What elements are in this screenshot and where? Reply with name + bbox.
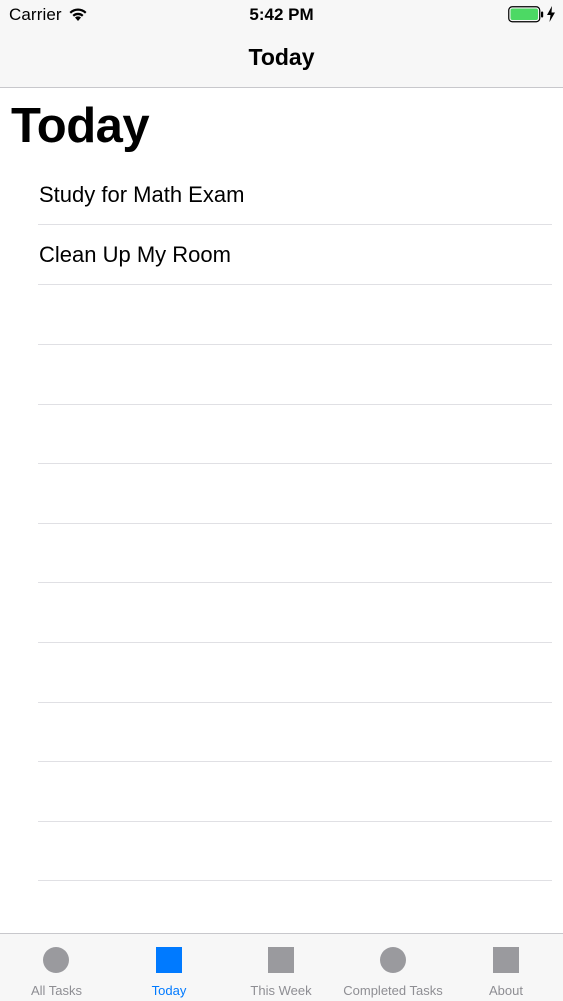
circle-icon	[43, 947, 69, 973]
task-row[interactable]: Clean Up My Room	[38, 225, 552, 285]
task-label: Clean Up My Room	[39, 242, 231, 267]
empty-row	[38, 643, 552, 703]
tab-all-tasks[interactable]: All Tasks	[0, 934, 113, 1001]
tab-label: Today	[151, 983, 187, 998]
status-bar: Carrier 5:42 PM	[0, 0, 563, 30]
tab-label: All Tasks	[30, 983, 83, 998]
empty-row	[38, 583, 552, 643]
tab-completed-tasks[interactable]: Completed Tasks	[337, 934, 449, 1001]
empty-row	[38, 762, 552, 822]
circle-icon	[380, 947, 406, 973]
empty-row	[38, 821, 552, 881]
tab-label: About	[489, 983, 523, 998]
empty-row	[38, 404, 552, 464]
task-row[interactable]: Study for Math Exam	[38, 165, 552, 225]
page-title: Today	[11, 99, 150, 153]
empty-row	[38, 523, 552, 583]
tab-this-week[interactable]: This Week	[225, 934, 337, 1001]
tab-bar: All Tasks Today This Week Completed Task…	[0, 933, 563, 1001]
square-icon	[156, 947, 182, 973]
charging-icon	[547, 6, 555, 22]
empty-row	[38, 345, 552, 405]
square-icon	[268, 947, 294, 973]
task-label: Study for Math Exam	[39, 182, 245, 207]
empty-row	[38, 285, 552, 345]
tab-label: This Week	[250, 983, 312, 998]
tab-label: Completed Tasks	[343, 983, 443, 998]
square-icon	[493, 947, 519, 973]
battery-icon	[508, 6, 544, 23]
empty-row	[38, 464, 552, 524]
nav-title: Today	[248, 44, 315, 70]
empty-row	[38, 702, 552, 762]
navigation-bar: Today	[0, 30, 563, 88]
tab-today[interactable]: Today	[113, 934, 225, 1001]
clock: 5:42 PM	[249, 5, 314, 24]
task-list[interactable]: Study for Math Exam Clean Up My Room	[0, 165, 563, 933]
tab-about[interactable]: About	[449, 934, 563, 1001]
